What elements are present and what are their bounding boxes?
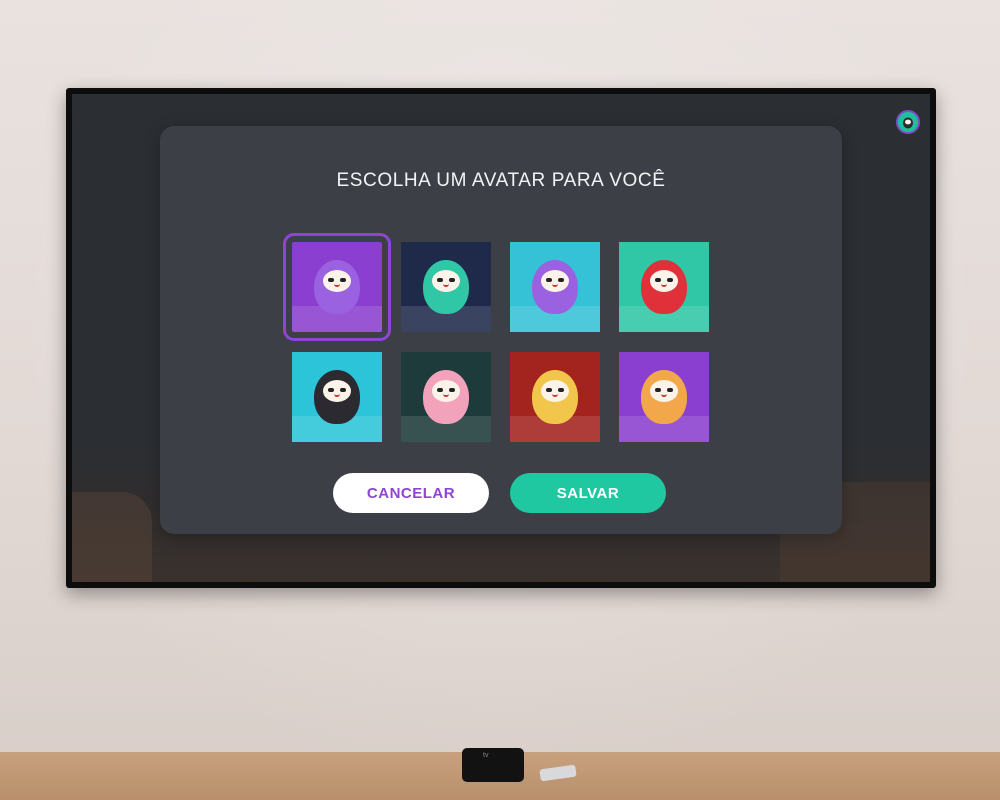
daruma-eye <box>558 388 564 392</box>
profile-avatar-icon[interactable] <box>896 110 920 134</box>
avatar-option-fan-daruma[interactable] <box>619 352 709 442</box>
daruma-figure <box>423 370 469 424</box>
daruma-face <box>432 270 460 292</box>
daruma-icon <box>903 117 913 129</box>
modal-title: ESCOLHA UM AVATAR PARA VOCÊ <box>336 170 666 191</box>
avatar-option-mountain-daruma[interactable] <box>619 242 709 332</box>
daruma-mouth <box>552 394 558 397</box>
daruma-figure <box>641 370 687 424</box>
daruma-eye <box>655 278 661 282</box>
daruma-mouth <box>661 394 667 397</box>
daruma-eye <box>340 278 346 282</box>
daruma-face <box>323 270 351 292</box>
daruma-eye <box>546 388 552 392</box>
daruma-face <box>650 380 678 402</box>
daruma-eye <box>667 388 673 392</box>
daruma-face <box>323 380 351 402</box>
daruma-mouth <box>334 394 340 397</box>
cancel-button[interactable]: CANCELAR <box>333 473 489 513</box>
daruma-mouth <box>443 284 449 287</box>
daruma-eye <box>546 278 552 282</box>
daruma-face <box>432 380 460 402</box>
daruma-face <box>541 380 569 402</box>
daruma-figure <box>314 370 360 424</box>
avatar-picker-modal: ESCOLHA UM AVATAR PARA VOCÊ CANCELAR SAL… <box>160 126 842 534</box>
daruma-mouth <box>552 284 558 287</box>
daruma-figure <box>532 260 578 314</box>
daruma-eye <box>655 388 661 392</box>
avatar-option-dango-daruma[interactable] <box>510 352 600 442</box>
daruma-eye <box>667 278 673 282</box>
daruma-eye <box>328 388 334 392</box>
avatar-option-cat-daruma[interactable] <box>510 242 600 332</box>
daruma-mouth <box>661 284 667 287</box>
daruma-figure <box>314 260 360 314</box>
daruma-eye <box>449 388 455 392</box>
daruma-eye <box>437 388 443 392</box>
daruma-figure <box>641 260 687 314</box>
daruma-eye <box>437 278 443 282</box>
avatar-option-ninja-daruma[interactable] <box>292 352 382 442</box>
save-button[interactable]: SALVAR <box>510 473 666 513</box>
streaming-box <box>462 748 524 782</box>
avatar-option-sakura-daruma[interactable] <box>401 352 491 442</box>
daruma-eye <box>340 388 346 392</box>
daruma-mouth <box>334 284 340 287</box>
sofa-reflection-left <box>72 492 152 582</box>
daruma-face <box>541 270 569 292</box>
daruma-face <box>650 270 678 292</box>
avatar-option-lantern-daruma[interactable] <box>401 242 491 332</box>
tv-screen: ESCOLHA UM AVATAR PARA VOCÊ CANCELAR SAL… <box>72 94 930 582</box>
streaming-box-label: tv <box>483 752 489 759</box>
avatar-option-sushi-daruma[interactable] <box>283 233 391 341</box>
daruma-eye <box>449 278 455 282</box>
daruma-figure <box>532 370 578 424</box>
daruma-eye <box>328 278 334 282</box>
daruma-mouth <box>443 394 449 397</box>
daruma-figure <box>423 260 469 314</box>
daruma-eye <box>558 278 564 282</box>
